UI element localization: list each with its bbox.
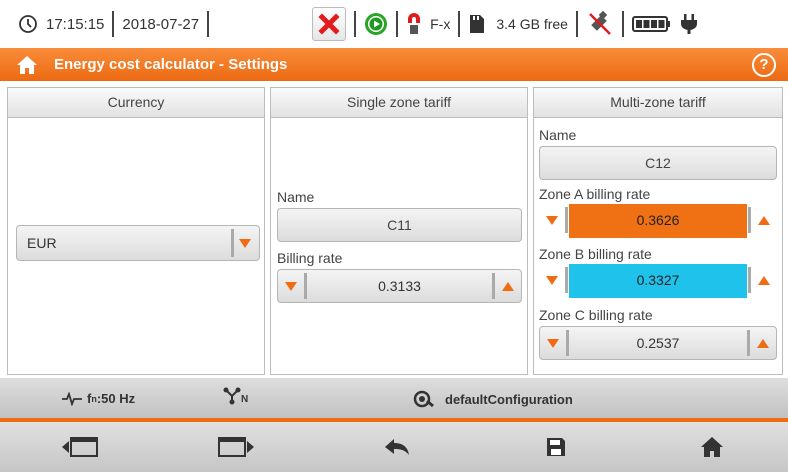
back-arrow-icon	[385, 439, 409, 455]
multi-name-label: Name	[539, 127, 577, 143]
configuration-name: defaultConfiguration	[445, 391, 573, 407]
zone-a-increase-button[interactable]	[751, 204, 777, 236]
divider	[354, 11, 357, 37]
status-bar: 17:15:15 2018-07-27 F-x 3.4 GB free	[0, 0, 788, 48]
triangle-down-icon	[547, 338, 559, 348]
record-play-icon	[365, 13, 388, 35]
single-name-label: Name	[277, 189, 315, 205]
clock-icon	[19, 15, 37, 33]
divider	[565, 207, 568, 233]
zone-b-value: 0.3327	[569, 264, 747, 298]
divider	[565, 267, 568, 293]
currency-value: EUR	[27, 235, 57, 251]
divider	[207, 11, 210, 37]
status-date: 2018-07-27	[122, 15, 200, 33]
memory-card-icon	[470, 15, 485, 33]
single-rate-stepper[interactable]: 0.3133	[277, 269, 522, 303]
triangle-up-icon	[502, 281, 514, 291]
triangle-up-icon	[758, 275, 770, 285]
storage-free: 3.4 GB free	[496, 16, 568, 32]
chevron-down-icon	[239, 239, 251, 248]
currency-heading: Currency	[8, 88, 264, 118]
close-icon	[318, 13, 340, 35]
network-type-sub: N	[241, 394, 249, 405]
currency-panel: Currency EUR	[7, 87, 265, 375]
usb-disconnected-icon	[589, 10, 611, 35]
home-nav-button[interactable]	[672, 422, 752, 472]
divider	[231, 229, 234, 257]
clamp-type: F-x	[430, 16, 451, 32]
zone-b-label: Zone B billing rate	[539, 246, 652, 262]
divider	[458, 11, 461, 37]
single-zone-panel: Single zone tariff Name C11 Billing rate…	[270, 87, 528, 375]
battery-icon	[631, 16, 670, 32]
divider	[112, 11, 115, 37]
help-button[interactable]: ?	[752, 53, 776, 77]
zone-c-decrease-button[interactable]	[540, 327, 566, 359]
single-rate-value: 0.3133	[378, 278, 421, 294]
page-title: Energy cost calculator - Settings	[54, 56, 288, 73]
zone-b-stepper[interactable]: 0.3327	[539, 264, 777, 298]
stop-button[interactable]	[312, 7, 347, 41]
back-button[interactable]	[357, 422, 437, 472]
help-icon: ?	[759, 56, 769, 73]
previous-screen-icon	[62, 437, 98, 457]
multi-zone-heading: Multi-zone tariff	[534, 88, 782, 118]
single-rate-decrease-button[interactable]	[278, 270, 304, 302]
divider	[575, 11, 578, 37]
divider	[396, 11, 399, 37]
zone-c-stepper[interactable]: 0.2537	[539, 326, 777, 360]
home-button[interactable]	[14, 52, 40, 78]
info-bar: f n:50 Hz N defaultConfiguration	[0, 378, 788, 422]
multi-name-field[interactable]: C12	[539, 146, 777, 180]
save-icon	[547, 438, 565, 456]
divider	[621, 11, 624, 37]
triangle-up-icon	[757, 338, 769, 348]
zone-c-label: Zone C billing rate	[539, 307, 653, 323]
next-screen-icon	[218, 437, 254, 457]
triangle-up-icon	[758, 215, 770, 225]
zone-c-value: 0.2537	[636, 335, 680, 351]
triangle-down-icon	[285, 281, 297, 291]
single-rate-increase-button[interactable]	[495, 270, 521, 302]
network-type-indicator: N	[223, 387, 248, 405]
configuration-indicator: defaultConfiguration	[413, 389, 573, 409]
zone-a-stepper[interactable]: 0.3626	[539, 204, 777, 238]
single-zone-heading: Single zone tariff	[271, 88, 527, 118]
home-icon	[17, 55, 37, 74]
single-rate-label: Billing rate	[277, 250, 343, 266]
triangle-down-icon	[546, 275, 558, 285]
clamp-icon	[408, 13, 421, 34]
multi-zone-panel: Multi-zone tariff Name C12 Zone A billin…	[533, 87, 783, 375]
bottom-nav	[0, 422, 788, 472]
frequency-value: :50 Hz	[96, 391, 136, 406]
single-name-field[interactable]: C11	[277, 208, 522, 242]
triangle-down-icon	[546, 215, 558, 225]
power-plug-icon	[680, 14, 697, 34]
currency-select[interactable]: EUR	[16, 225, 260, 261]
save-button[interactable]	[516, 422, 596, 472]
title-bar: Energy cost calculator - Settings ?	[0, 48, 788, 81]
zone-b-decrease-button[interactable]	[539, 264, 565, 296]
home-icon	[701, 437, 723, 457]
zone-c-increase-button[interactable]	[750, 327, 776, 359]
zone-b-increase-button[interactable]	[751, 264, 777, 296]
configuration-icon	[413, 390, 434, 408]
waveform-icon	[62, 391, 82, 406]
next-screen-button[interactable]	[196, 422, 276, 472]
previous-screen-button[interactable]	[40, 422, 120, 472]
frequency-indicator: f n:50 Hz	[62, 391, 135, 406]
network-topology-icon	[223, 387, 241, 405]
status-time: 17:15:15	[46, 15, 105, 33]
zone-a-label: Zone A billing rate	[539, 186, 651, 202]
zone-a-value: 0.3626	[569, 204, 747, 238]
zone-a-decrease-button[interactable]	[539, 204, 565, 236]
